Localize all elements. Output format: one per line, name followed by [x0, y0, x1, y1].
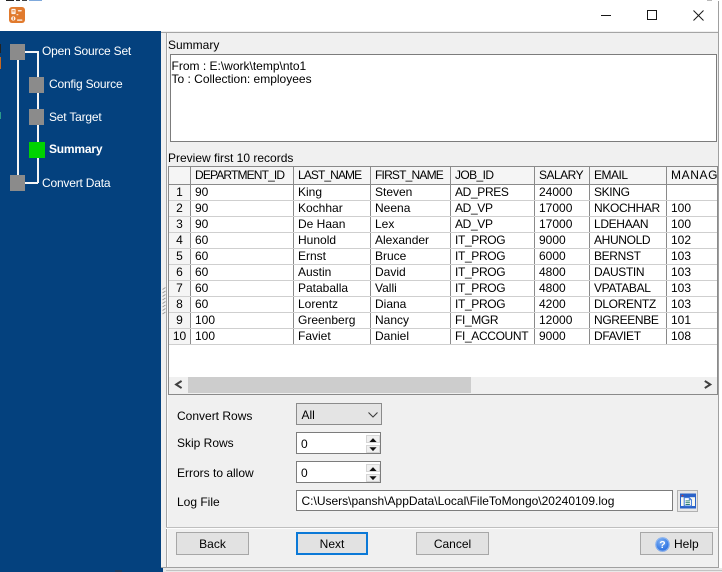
- svg-text:?: ?: [659, 539, 665, 551]
